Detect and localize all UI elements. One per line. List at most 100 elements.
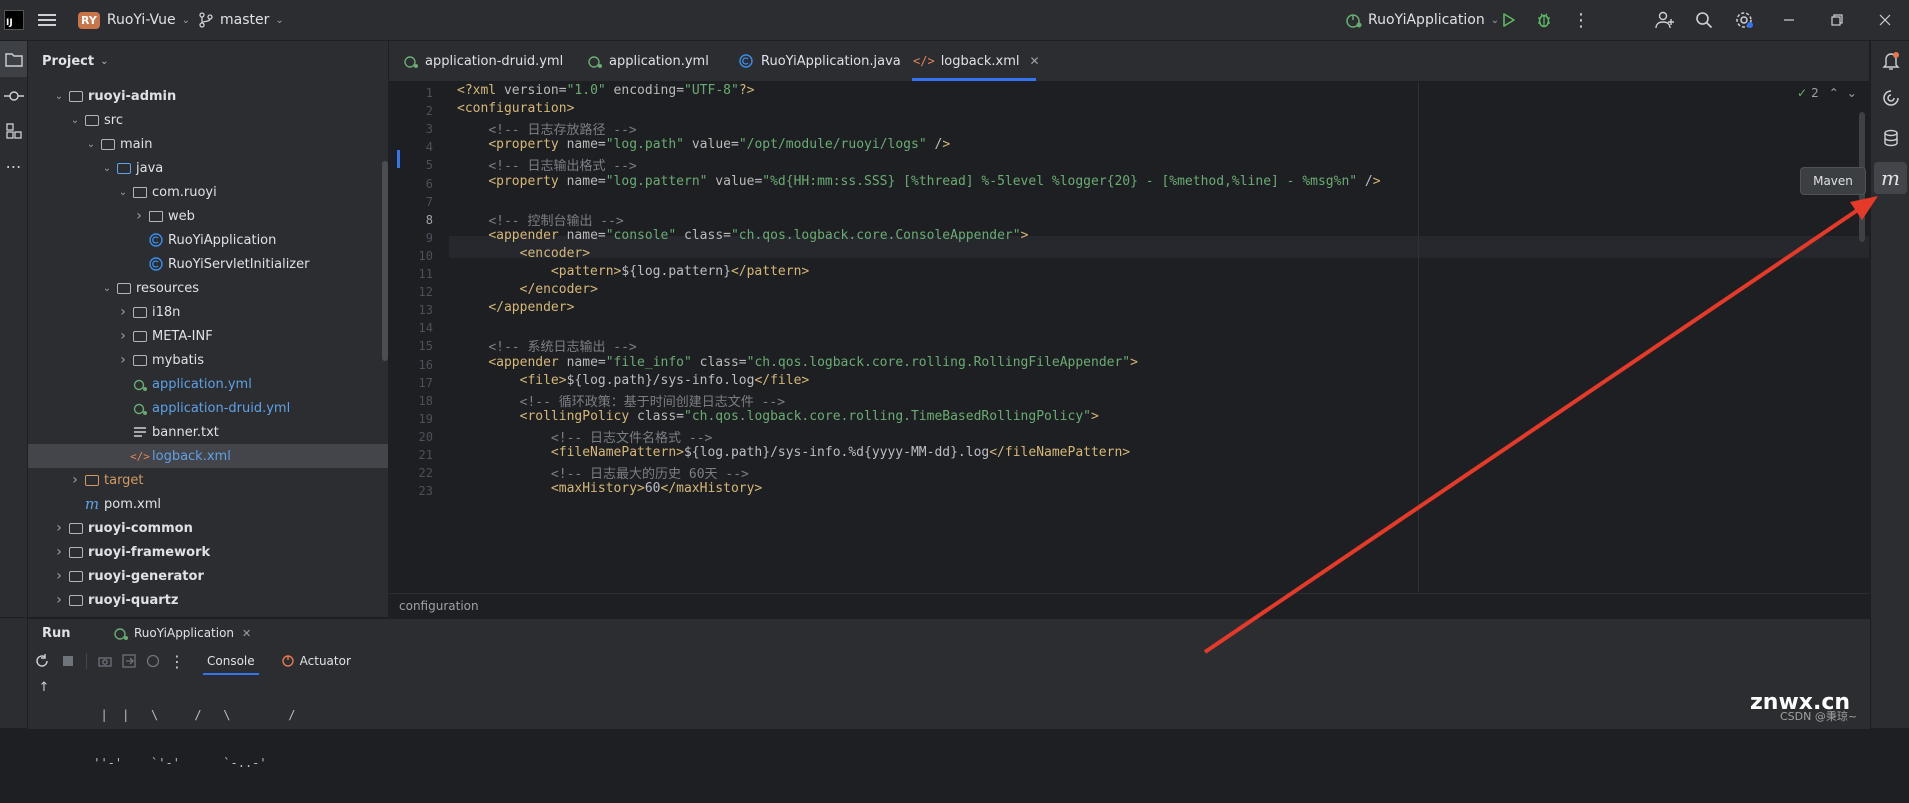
project-tool-icon[interactable] bbox=[0, 41, 27, 77]
chevron-right-icon[interactable]: › bbox=[52, 520, 66, 536]
commit-tool-icon[interactable] bbox=[0, 81, 27, 111]
restore-icon[interactable] bbox=[1831, 0, 1843, 40]
tree-row-main[interactable]: ⌄ main bbox=[28, 132, 388, 156]
line-number: 1 bbox=[425, 86, 433, 100]
chevron-right-icon[interactable]: › bbox=[52, 544, 66, 560]
code-line: <maxHistory>60</maxHistory> bbox=[550, 481, 763, 497]
tree-row-ruoyi-common[interactable]: › ruoyi-common bbox=[28, 516, 388, 540]
tree-row-ruoyi-framework[interactable]: › ruoyi-framework bbox=[28, 540, 388, 564]
tab-console[interactable]: Console bbox=[203, 654, 259, 675]
branch-switcher[interactable]: master ⌄ bbox=[198, 0, 284, 40]
tree-row-resources[interactable]: ⌄ resources bbox=[28, 276, 388, 300]
chevron-up-icon[interactable]: ⌃ bbox=[1829, 86, 1839, 100]
line-number: 9 bbox=[425, 230, 433, 245]
project-switcher[interactable]: RY RuoYi-Vue ⌄ bbox=[78, 0, 190, 40]
stop-icon[interactable] bbox=[56, 655, 80, 667]
tree-row-target[interactable]: › target bbox=[28, 468, 388, 492]
camera-icon[interactable] bbox=[93, 655, 117, 667]
debug-button[interactable] bbox=[1535, 0, 1553, 40]
restore-layout-icon[interactable] bbox=[141, 654, 165, 668]
chevron-down-icon[interactable]: ⌄ bbox=[100, 283, 114, 294]
minimize-icon[interactable] bbox=[1783, 0, 1795, 40]
chevron-down-icon[interactable]: ⌄ bbox=[100, 163, 114, 174]
run-panel-title: Run bbox=[42, 625, 71, 641]
tree-row-i18n[interactable]: › i18n bbox=[28, 300, 388, 324]
line-number: 19 bbox=[418, 411, 433, 426]
class-icon bbox=[739, 54, 753, 68]
run-config-selector[interactable]: RuoYiApplication ⌄ bbox=[1345, 0, 1499, 40]
maven-tooltip: Maven bbox=[1800, 167, 1866, 195]
tab-actuator[interactable]: Actuator bbox=[281, 654, 351, 668]
tree-row-pom-xml[interactable]: m pom.xml bbox=[28, 492, 388, 516]
tree-label: com.ruoyi bbox=[152, 184, 217, 200]
tab-application-druid-yml[interactable]: application-druid.yml bbox=[403, 41, 563, 81]
chevron-down-icon[interactable]: ⌄ bbox=[1847, 86, 1857, 100]
tree-label: application.yml bbox=[152, 376, 252, 392]
code-line: </encoder> bbox=[519, 282, 598, 298]
tree-row-web[interactable]: › web bbox=[28, 204, 388, 228]
exit-icon[interactable] bbox=[117, 654, 141, 668]
chevron-right-icon[interactable]: › bbox=[116, 328, 130, 344]
ai-assistant-icon[interactable] bbox=[1871, 81, 1909, 115]
main-menu-icon[interactable] bbox=[38, 0, 56, 40]
tree-label: resources bbox=[136, 280, 200, 296]
tree-row-application-yml[interactable]: application.yml bbox=[28, 372, 388, 396]
more-icon[interactable]: ⋮ bbox=[1572, 0, 1590, 40]
tree-row-com-ruoyi[interactable]: ⌄ com.ruoyi bbox=[28, 180, 388, 204]
add-user-icon[interactable] bbox=[1655, 0, 1675, 40]
chevron-down-icon: ⌄ bbox=[275, 14, 284, 26]
chevron-down-icon[interactable]: ⌄ bbox=[116, 187, 130, 198]
tree-label: logback.xml bbox=[152, 448, 231, 464]
debug-icon bbox=[1538, 13, 1550, 28]
chevron-right-icon[interactable]: › bbox=[116, 304, 130, 320]
chevron-right-icon[interactable]: › bbox=[116, 352, 130, 368]
run-config-tab[interactable]: RuoYiApplication ✕ bbox=[113, 619, 251, 647]
chevron-right-icon[interactable]: › bbox=[68, 472, 82, 488]
code-editor[interactable]: <?xml version="1.0" encoding="UTF-8"?> <c… bbox=[449, 82, 1869, 592]
run-config-name: RuoYiApplication bbox=[1368, 12, 1485, 28]
app-logo[interactable]: IJ bbox=[4, 0, 24, 40]
chevron-right-icon[interactable]: › bbox=[52, 568, 66, 584]
tree-row-src[interactable]: ⌄ src bbox=[28, 108, 388, 132]
tree-row-application-druid-yml[interactable]: application-druid.yml bbox=[28, 396, 388, 420]
tree-scrollbar[interactable] bbox=[382, 161, 388, 361]
structure-tool-icon[interactable] bbox=[0, 116, 27, 146]
project-panel-header[interactable]: Project ⌄ bbox=[42, 41, 108, 81]
tree-row-ruoyi-admin[interactable]: ⌄ ruoyi-admin bbox=[28, 84, 388, 108]
tab-application-yml[interactable]: application.yml bbox=[587, 41, 709, 81]
console-output[interactable]: | | \ / \ / ''-' `'-' `-..-' bbox=[86, 675, 295, 803]
tree-row-meta-inf[interactable]: › META-INF bbox=[28, 324, 388, 348]
more-tools-icon[interactable]: ⋯ bbox=[0, 151, 27, 181]
tree-row-ruoyi-generator[interactable]: › ruoyi-generator bbox=[28, 564, 388, 588]
chevron-down-icon[interactable]: ⌄ bbox=[68, 115, 82, 126]
tree-row-ruoyi-quartz[interactable]: › ruoyi-quartz bbox=[28, 588, 388, 612]
tree-row-ruoyiapplication[interactable]: RuoYiApplication bbox=[28, 228, 388, 252]
tree-row-mybatis[interactable]: › mybatis bbox=[28, 348, 388, 372]
more-icon[interactable]: ⋮ bbox=[165, 652, 189, 671]
notifications-icon[interactable] bbox=[1871, 43, 1909, 79]
left-tool-strip: ⋯ bbox=[0, 41, 28, 617]
tree-row-ruoyiservletinitializer[interactable]: RuoYiServletInitializer bbox=[28, 252, 388, 276]
close-tab-icon[interactable]: ✕ bbox=[242, 627, 251, 640]
rerun-icon[interactable] bbox=[28, 654, 56, 668]
chevron-down-icon[interactable]: ⌄ bbox=[52, 91, 66, 102]
scroll-up-icon[interactable]: ↑ bbox=[36, 679, 52, 695]
breadcrumb[interactable]: configuration bbox=[399, 599, 479, 613]
code-line: </appender> bbox=[488, 300, 575, 316]
close-tab-icon[interactable]: ✕ bbox=[1030, 54, 1040, 68]
chevron-right-icon[interactable]: › bbox=[132, 208, 146, 224]
maven-icon[interactable]: m bbox=[1874, 162, 1907, 194]
tree-row-logback-xml[interactable]: </> logback.xml bbox=[28, 444, 388, 468]
database-icon[interactable] bbox=[1871, 121, 1909, 155]
search-icon[interactable] bbox=[1695, 0, 1713, 40]
close-icon[interactable] bbox=[1879, 0, 1891, 40]
tree-row-banner-txt[interactable]: banner.txt bbox=[28, 420, 388, 444]
tab-ruoyiapplication-java[interactable]: RuoYiApplication.java bbox=[739, 41, 901, 81]
tree-row-java[interactable]: ⌄ java bbox=[28, 156, 388, 180]
run-button[interactable] bbox=[1502, 0, 1516, 40]
chevron-down-icon[interactable]: ⌄ bbox=[84, 139, 98, 150]
settings-icon[interactable] bbox=[1734, 0, 1754, 40]
tab-logback-xml[interactable]: </> logback.xml ✕ bbox=[913, 41, 1040, 81]
chevron-right-icon[interactable]: › bbox=[52, 592, 66, 608]
inspection-widget[interactable]: ✓ 2 ⌃ ⌄ bbox=[1797, 86, 1857, 100]
